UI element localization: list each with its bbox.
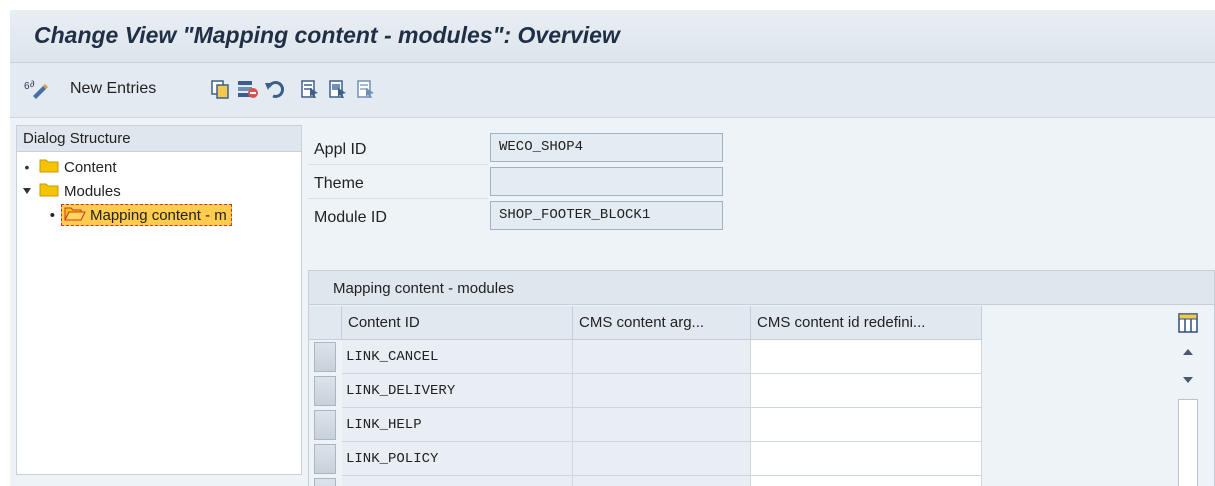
table-cell-content-id: LINK_POLICY [342, 442, 573, 476]
new-entries-label: New Entries [70, 80, 157, 97]
folder-icon [39, 181, 59, 201]
table-cell-content-id [342, 476, 573, 486]
tree-item-label: Content [64, 158, 117, 176]
theme-field[interactable] [490, 167, 723, 196]
main-area: Dialog Structure • Content Modules • Map… [10, 118, 1215, 486]
select-block-icon[interactable] [328, 77, 348, 101]
table-settings-icon[interactable] [1178, 313, 1198, 333]
theme-label: Theme [314, 175, 364, 192]
row-selector[interactable] [314, 376, 336, 406]
deselect-all-icon[interactable] [356, 77, 376, 101]
undo-icon[interactable] [264, 77, 286, 101]
table-cell-content-id: LINK_DELIVERY [342, 374, 573, 408]
selected-tree-node[interactable]: Mapping content - m [61, 204, 232, 226]
svg-text:∂: ∂ [30, 79, 35, 89]
table-cell-content-id: LINK_HELP [342, 408, 573, 442]
column-header-content-id[interactable]: Content ID [342, 306, 573, 340]
dialog-structure-header: Dialog Structure [17, 126, 301, 152]
table-cell-cms-content-id-redefinition[interactable] [751, 374, 982, 408]
scrollbar-thumb[interactable] [1178, 399, 1198, 486]
delete-icon[interactable] [237, 77, 259, 101]
table-cell-content-id: LINK_CANCEL [342, 340, 573, 374]
tree-item-modules[interactable]: Modules [21, 180, 121, 202]
table-cell-cms-content-arg [573, 340, 751, 374]
application-toolbar: 6 ∂ New Entries [10, 63, 1215, 118]
display-change-icon[interactable]: 6 ∂ [24, 77, 50, 101]
title-bar: Change View "Mapping content - modules":… [10, 10, 1215, 63]
module-id-field[interactable]: SHOP_FOOTER_BLOCK1 [490, 201, 723, 230]
mapping-table: Mapping content - modules Content ID CMS… [308, 270, 1215, 486]
table-cell-cms-content-arg [573, 476, 751, 486]
field-separator [308, 164, 488, 165]
scroll-down-icon[interactable] [1182, 375, 1194, 385]
dialog-structure-panel: Dialog Structure • Content Modules • Map… [16, 125, 302, 475]
row-selector[interactable] [314, 342, 336, 372]
table-cell-cms-content-id-redefinition[interactable] [751, 476, 982, 486]
top-margin [0, 0, 1215, 10]
bullet-icon: • [49, 206, 55, 224]
select-all-icon[interactable] [300, 77, 320, 101]
column-header-cms-content-arg[interactable]: CMS content arg... [573, 306, 751, 340]
module-id-label: Module ID [314, 209, 387, 226]
tree-item-mapping-content[interactable]: • Mapping content - m [17, 204, 301, 226]
appl-id-field[interactable]: WECO_SHOP4 [490, 133, 723, 162]
table-cell-cms-content-arg [573, 442, 751, 476]
new-entries-button[interactable]: New Entries [70, 77, 156, 101]
appl-id-label: Appl ID [314, 141, 367, 158]
field-separator [308, 198, 488, 199]
select-all-rows-cell[interactable] [309, 306, 342, 340]
table-cell-cms-content-id-redefinition[interactable] [751, 340, 982, 374]
table-cell-cms-content-id-redefinition[interactable] [751, 408, 982, 442]
row-selector[interactable] [314, 444, 336, 474]
table-title: Mapping content - modules [309, 271, 1214, 305]
copy-as-icon[interactable] [210, 77, 230, 101]
page-title: Change View "Mapping content - modules":… [34, 22, 620, 48]
table-cell-cms-content-arg [573, 374, 751, 408]
row-selector[interactable] [314, 478, 336, 486]
expand-triangle-icon[interactable] [21, 183, 33, 199]
column-header-cms-content-id-redefinition[interactable]: CMS content id redefini... [751, 306, 982, 340]
row-selector[interactable] [314, 410, 336, 440]
open-folder-icon [64, 205, 86, 225]
tree-item-label: Mapping content - m [90, 206, 227, 224]
bullet-icon: • [24, 159, 30, 175]
table-cell-cms-content-id-redefinition[interactable] [751, 442, 982, 476]
folder-icon [39, 157, 59, 177]
tree-item-label: Modules [64, 182, 121, 200]
tree-item-content[interactable]: • Content [21, 156, 117, 178]
scroll-up-icon[interactable] [1182, 347, 1194, 357]
table-cell-cms-content-arg [573, 408, 751, 442]
